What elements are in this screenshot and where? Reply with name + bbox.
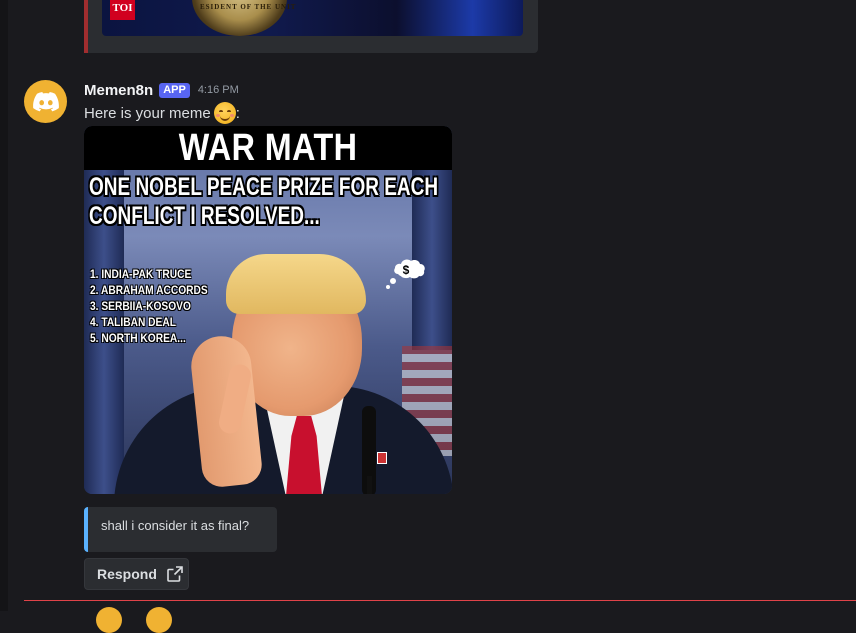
- person-hair: [226, 254, 366, 314]
- meme-list-item: 3. SERBIIA-KOSOVO: [90, 299, 191, 313]
- meme-list-item: 1. INDIA-PAK TRUCE: [90, 267, 192, 281]
- meme-list-item: 2. ABRAHAM ACCORDS: [90, 283, 208, 297]
- meme-list-item: 5. NORTH KOREA...: [90, 331, 186, 345]
- timestamp[interactable]: 4:16 PM: [198, 84, 239, 96]
- new-messages-divider: [24, 600, 856, 601]
- thought-bubble-text: $: [403, 263, 410, 277]
- author-name[interactable]: Memen8n: [84, 82, 153, 99]
- meme-image[interactable]: $ WAR MATH ONE NOBEL PEACE PRIZE FOR EAC…: [84, 126, 452, 494]
- previous-embed-thumbnail[interactable]: TOI ESIDENT OF THE UNIT: [102, 0, 523, 36]
- reply-text: shall i consider it as final?: [101, 518, 250, 533]
- respond-button-label: Respond: [97, 566, 157, 582]
- external-link-icon: [167, 566, 183, 582]
- toi-badge: TOI: [110, 0, 135, 20]
- message-body: Here is your meme: [84, 104, 211, 122]
- meme-list-item: 4. TALIBAN DEAL: [90, 315, 176, 329]
- meme-list: 1. INDIA-PAK TRUCE 2. ABRAHAM ACCORDS 3.…: [90, 266, 208, 346]
- message-text: Here is your meme :: [84, 102, 240, 124]
- seal-text: ESIDENT OF THE UNIT: [200, 3, 297, 11]
- meme-title-bar: WAR MATH: [84, 126, 452, 170]
- meme-title: WAR MATH: [178, 126, 358, 169]
- avatar[interactable]: [24, 80, 67, 123]
- message-suffix: :: [235, 104, 240, 122]
- left-rail: [0, 0, 8, 611]
- reply-embed: shall i consider it as final?: [84, 507, 277, 552]
- previous-embed: TOI ESIDENT OF THE UNIT: [84, 0, 538, 53]
- flag-pin: [377, 452, 387, 464]
- meme-subtitle-line: ONE NOBEL PEACE PRIZE FOR EACH: [89, 173, 439, 201]
- respond-button[interactable]: Respond: [84, 558, 189, 590]
- discord-logo-icon: [32, 91, 59, 111]
- smiling-face-emoji-icon: [213, 102, 236, 124]
- microphone-stand: [367, 476, 372, 494]
- meme-subtitle-line: CONFLICT I RESOLVED...: [89, 202, 320, 230]
- meme-subtitle: ONE NOBEL PEACE PRIZE FOR EACH CONFLICT …: [89, 173, 439, 231]
- message-header: Memen8n APP 4:16 PM: [84, 81, 239, 99]
- thought-bubble-icon: $: [386, 259, 425, 289]
- app-badge: APP: [159, 82, 190, 98]
